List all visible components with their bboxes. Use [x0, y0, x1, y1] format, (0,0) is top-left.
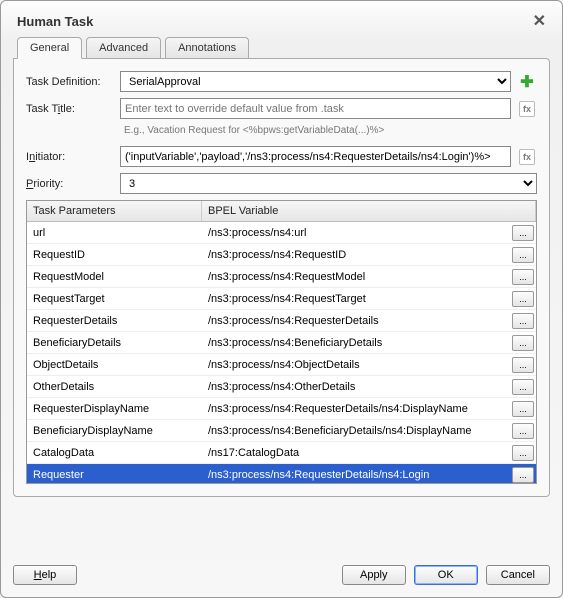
table-row[interactable]: CatalogData/ns17:CatalogData...	[27, 442, 536, 464]
cell-param: url	[27, 225, 202, 241]
help-button[interactable]: Help	[13, 565, 77, 585]
expression-icon: fx	[519, 149, 535, 165]
table-row[interactable]: RequesterDisplayName/ns3:process/ns4:Req…	[27, 398, 536, 420]
cell-variable: /ns3:process/ns4:OtherDetails	[202, 379, 508, 395]
table-body: url/ns3:process/ns4:url...RequestID/ns3:…	[27, 222, 536, 484]
initiator-input[interactable]	[120, 146, 511, 167]
row-browse-button[interactable]: ...	[512, 357, 534, 373]
cell-param: ObjectDetails	[27, 357, 202, 373]
task-parameters-table: Task Parameters BPEL Variable url/ns3:pr…	[26, 200, 537, 484]
task-title-expression-button[interactable]: fx	[517, 99, 537, 119]
cell-variable: /ns3:process/ns4:RequestID	[202, 247, 508, 263]
row-browse-button[interactable]: ...	[512, 423, 534, 439]
row-browse-button[interactable]: ...	[512, 445, 534, 461]
general-panel: Task Definition: SerialApproval ✚ Task T…	[13, 58, 550, 497]
task-title-row: Task Title: fx	[26, 98, 537, 119]
plus-icon: ✚	[520, 72, 533, 92]
priority-select[interactable]: 3	[120, 173, 537, 194]
cancel-button[interactable]: Cancel	[486, 565, 550, 585]
table-row[interactable]: RequestID/ns3:process/ns4:RequestID...	[27, 244, 536, 266]
cell-param: RequestModel	[27, 269, 202, 285]
cell-variable: /ns3:process/ns4:RequesterDetails/ns4:Di…	[202, 401, 508, 417]
table-row[interactable]: RequesterDetails/ns3:process/ns4:Request…	[27, 310, 536, 332]
initiator-expression-button[interactable]: fx	[517, 147, 537, 167]
cell-param: RequestID	[27, 247, 202, 263]
task-definition-label: Task Definition:	[26, 76, 114, 88]
row-browse-button[interactable]: ...	[512, 269, 534, 285]
table-row[interactable]: OtherDetails/ns3:process/ns4:OtherDetail…	[27, 376, 536, 398]
row-browse-button[interactable]: ...	[512, 313, 534, 329]
task-title-input[interactable]	[120, 98, 511, 119]
tab-annotations[interactable]: Annotations	[165, 37, 249, 58]
cell-variable: /ns3:process/ns4:ObjectDetails	[202, 357, 508, 373]
task-definition-select[interactable]: SerialApproval	[120, 71, 511, 92]
priority-label: Priority:	[26, 178, 114, 190]
table-row[interactable]: ObjectDetails/ns3:process/ns4:ObjectDeta…	[27, 354, 536, 376]
row-browse-button[interactable]: ...	[512, 379, 534, 395]
row-browse-button[interactable]: ...	[512, 401, 534, 417]
table-row[interactable]: url/ns3:process/ns4:url...	[27, 222, 536, 244]
table-row[interactable]: BeneficiaryDisplayName/ns3:process/ns4:B…	[27, 420, 536, 442]
task-definition-row: Task Definition: SerialApproval ✚	[26, 71, 537, 92]
row-browse-button[interactable]: ...	[512, 247, 534, 263]
row-browse-button[interactable]: ...	[512, 225, 534, 241]
cell-variable: /ns3:process/ns4:RequesterDetails	[202, 313, 508, 329]
initiator-label: Initiator:	[26, 151, 114, 163]
cell-variable: /ns3:process/ns4:url	[202, 225, 508, 241]
cell-param: CatalogData	[27, 445, 202, 461]
cell-variable: /ns17:CatalogData	[202, 445, 508, 461]
tab-bar: GeneralAdvancedAnnotations	[13, 37, 550, 58]
cell-param: Requester	[27, 467, 202, 483]
tab-advanced[interactable]: Advanced	[86, 37, 161, 58]
human-task-dialog: Human Task ✕ GeneralAdvancedAnnotations …	[0, 0, 563, 598]
apply-button[interactable]: Apply	[342, 565, 406, 585]
ok-button[interactable]: OK	[414, 565, 478, 585]
table-row[interactable]: BeneficiaryDetails/ns3:process/ns4:Benef…	[27, 332, 536, 354]
task-title-label: Task Title:	[26, 103, 114, 115]
table-row[interactable]: RequestTarget/ns3:process/ns4:RequestTar…	[27, 288, 536, 310]
cell-variable: /ns3:process/ns4:RequesterDetails/ns4:Lo…	[202, 467, 508, 483]
cell-variable: /ns3:process/ns4:RequestModel	[202, 269, 508, 285]
table-header: Task Parameters BPEL Variable	[27, 201, 536, 222]
priority-row: Priority: 3	[26, 173, 537, 194]
row-browse-button[interactable]: ...	[512, 335, 534, 351]
table-row[interactable]: Requester/ns3:process/ns4:RequesterDetai…	[27, 464, 536, 484]
cell-param: BeneficiaryDetails	[27, 335, 202, 351]
col-task-parameters[interactable]: Task Parameters	[27, 201, 202, 221]
task-title-hint: E.g., Vacation Request for <%bpws:getVar…	[124, 125, 537, 136]
cell-param: RequesterDetails	[27, 313, 202, 329]
cell-variable: /ns3:process/ns4:RequestTarget	[202, 291, 508, 307]
dialog-buttons: Help Apply OK Cancel	[13, 565, 550, 585]
row-browse-button[interactable]: ...	[512, 467, 534, 483]
row-browse-button[interactable]: ...	[512, 291, 534, 307]
dialog-title: Human Task	[17, 14, 93, 29]
col-bpel-variable[interactable]: BPEL Variable	[202, 201, 536, 221]
cell-param: RequestTarget	[27, 291, 202, 307]
initiator-row: Initiator: fx	[26, 146, 537, 167]
close-icon[interactable]: ✕	[533, 11, 546, 31]
expression-icon: fx	[519, 101, 535, 117]
cell-variable: /ns3:process/ns4:BeneficiaryDetails/ns4:…	[202, 423, 508, 439]
table-row[interactable]: RequestModel/ns3:process/ns4:RequestMode…	[27, 266, 536, 288]
title-bar: Human Task ✕	[13, 9, 550, 37]
add-task-def-button[interactable]: ✚	[517, 72, 537, 92]
tab-general[interactable]: General	[17, 37, 82, 59]
cell-param: RequesterDisplayName	[27, 401, 202, 417]
cell-param: BeneficiaryDisplayName	[27, 423, 202, 439]
cell-variable: /ns3:process/ns4:BeneficiaryDetails	[202, 335, 508, 351]
cell-param: OtherDetails	[27, 379, 202, 395]
